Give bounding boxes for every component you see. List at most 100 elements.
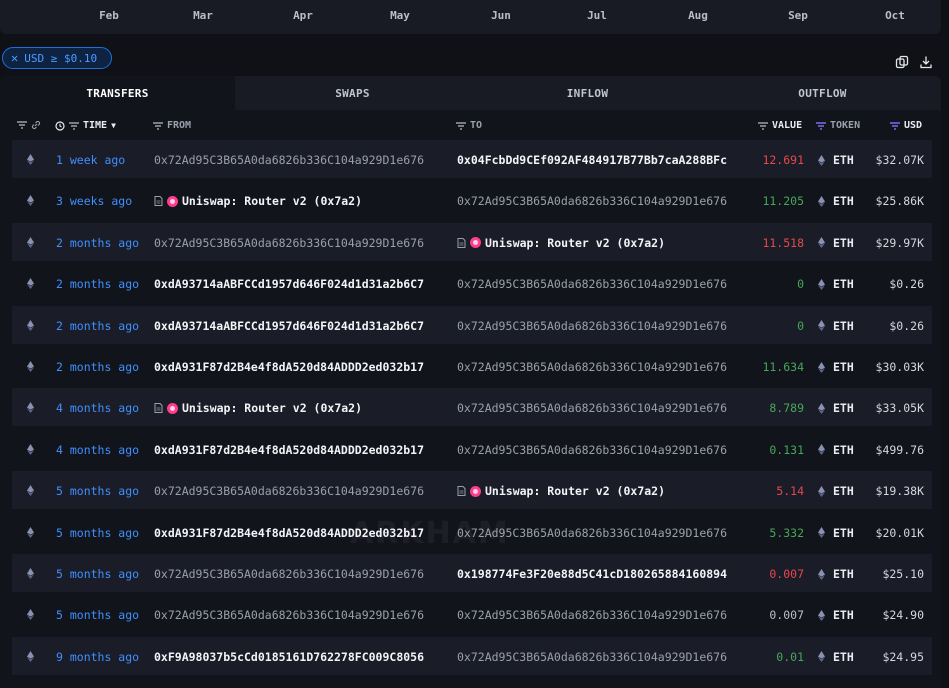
table-row[interactable]: 3 weeks ago Uniswap: Router v2 (0x7a2) 0x7… [12, 181, 932, 219]
time-link[interactable]: 4 months ago [56, 401, 139, 415]
filter-icon[interactable] [456, 121, 466, 131]
column-header-token[interactable]: TOKEN [830, 120, 860, 131]
to-address[interactable]: 0x72Ad95C3B65A0da6826b336C104a929D1e676 [457, 319, 747, 333]
time-link[interactable]: 4 months ago [56, 443, 139, 457]
time-link[interactable]: 1 week ago [56, 153, 125, 167]
table-row[interactable]: 2 months ago 0x72Ad95C3B65A0da6826b336C10… [12, 222, 932, 261]
to-address[interactable]: 0x72Ad95C3B65A0da6826b336C104a929D1e676 [457, 443, 747, 457]
to-address[interactable]: 0x72Ad95C3B65A0da6826b336C104a929D1e676 [457, 194, 747, 208]
table-row[interactable]: 5 months ago 0x72Ad95C3B65A0da6826b336C10… [12, 595, 932, 633]
table-row[interactable]: 4 months ago Uniswap: Router v2 (0x7a2) 0x… [12, 388, 932, 427]
table-row[interactable]: 2 months ago 0xdA93714aABFCCd1957d646F024… [12, 264, 932, 302]
token-cell[interactable]: ETH [818, 360, 854, 374]
filter-icon[interactable] [17, 120, 27, 130]
ethereum-icon [818, 237, 825, 249]
filter-icon[interactable] [890, 121, 900, 131]
time-link[interactable]: 2 months ago [56, 236, 139, 250]
column-header-to[interactable]: TO [470, 120, 482, 131]
transfer-value: 0.01 [776, 649, 804, 664]
time-link[interactable]: 2 months ago [56, 360, 139, 374]
table-row[interactable]: 5 months ago 0x72Ad95C3B65A0da6826b336C10… [12, 554, 932, 592]
column-header-time[interactable]: TIME [83, 120, 107, 131]
copy-icon[interactable] [895, 55, 909, 69]
from-address[interactable]: 0x72Ad95C3B65A0da6826b336C104a929D1e676 [154, 236, 446, 250]
token-cell[interactable]: ETH [818, 319, 854, 333]
filter-icon[interactable] [69, 121, 79, 131]
time-link[interactable]: 5 months ago [56, 567, 139, 581]
time-link[interactable]: 2 months ago [56, 277, 139, 291]
token-cell[interactable]: ETH [818, 194, 854, 208]
ethereum-icon [27, 154, 34, 165]
token-cell[interactable]: ETH [818, 650, 854, 664]
token-cell[interactable]: ETH [818, 277, 854, 291]
to-address-entity[interactable]: Uniswap: Router v2 (0x7a2) [457, 236, 747, 250]
token-cell[interactable]: ETH [818, 608, 854, 622]
column-header-usd[interactable]: USD [904, 120, 922, 131]
table-row[interactable]: 2 months ago 0xdA93714aABFCCd1957d646F024… [12, 305, 932, 344]
table-row[interactable]: 9 months ago 0xF9A98037b5cCd0185161D76227… [12, 636, 932, 675]
token-cell[interactable]: ETH [818, 443, 854, 457]
from-address[interactable]: 0xdA931F87d2B4e4f8dA520d84ADDD2ed032b17 [154, 526, 446, 540]
time-link[interactable]: 2 months ago [56, 319, 139, 333]
from-address[interactable]: 0xdA931F87d2B4e4f8dA520d84ADDD2ed032b17 [154, 443, 446, 457]
ethereum-icon [818, 485, 825, 497]
column-header-from[interactable]: FROM [167, 120, 191, 131]
token-cell[interactable]: ETH [818, 526, 854, 540]
link-icon[interactable] [31, 120, 41, 130]
from-address-entity[interactable]: Uniswap: Router v2 (0x7a2) [154, 401, 446, 415]
filter-icon[interactable] [758, 121, 768, 131]
tab-inflow[interactable]: INFLOW [470, 76, 705, 110]
from-address[interactable]: 0x72Ad95C3B65A0da6826b336C104a929D1e676 [154, 153, 446, 167]
time-link[interactable]: 5 months ago [56, 526, 139, 540]
tab-transfers[interactable]: TRANSFERS [0, 76, 235, 110]
from-address[interactable]: Uniswap: Router v2 (0x7a2) [182, 401, 362, 415]
tab-outflow[interactable]: OUTFLOW [705, 76, 940, 110]
token-cell[interactable]: ETH [818, 153, 854, 167]
table-row[interactable]: 5 months ago 0x72Ad95C3B65A0da6826b336C10… [12, 471, 932, 510]
to-address[interactable]: 0x72Ad95C3B65A0da6826b336C104a929D1e676 [457, 401, 747, 415]
tab-swaps[interactable]: SWAPS [235, 76, 470, 110]
from-address[interactable]: 0xdA93714aABFCCd1957d646F024d1d31a2b6C7 [154, 319, 446, 333]
token-cell[interactable]: ETH [818, 484, 854, 498]
usd-filter-chip[interactable]: ✕ USD ≥ $0.10 [2, 47, 112, 69]
to-address[interactable]: Uniswap: Router v2 (0x7a2) [485, 484, 665, 498]
clock-icon[interactable] [55, 120, 65, 131]
filter-icon[interactable] [816, 121, 826, 131]
sort-desc-icon[interactable]: ▼ [111, 121, 116, 130]
token-cell[interactable]: ETH [818, 236, 854, 250]
time-link[interactable]: 5 months ago [56, 484, 139, 498]
from-address[interactable]: Uniswap: Router v2 (0x7a2) [182, 194, 362, 208]
to-address[interactable]: 0x198774Fe3F20e88d5C41cD180265884160894 [457, 567, 747, 581]
month-label: Feb [99, 9, 119, 22]
time-link[interactable]: 9 months ago [56, 650, 139, 664]
from-address[interactable]: 0xF9A98037b5cCd0185161D762278FC009C8056 [154, 650, 446, 664]
from-address[interactable]: 0xdA931F87d2B4e4f8dA520d84ADDD2ed032b17 [154, 360, 446, 374]
filter-icon[interactable] [153, 121, 163, 131]
to-address-entity[interactable]: Uniswap: Router v2 (0x7a2) [457, 484, 747, 498]
from-address[interactable]: 0x72Ad95C3B65A0da6826b336C104a929D1e676 [154, 567, 446, 581]
table-row[interactable]: 1 week ago 0x72Ad95C3B65A0da6826b336C104a… [12, 140, 932, 178]
from-address[interactable]: 0xdA93714aABFCCd1957d646F024d1d31a2b6C7 [154, 277, 446, 291]
token-cell[interactable]: ETH [818, 401, 854, 415]
to-address[interactable]: 0x04FcbDd9CEf092AF484917B77Bb7caA288BFc [457, 153, 747, 167]
from-address-entity[interactable]: Uniswap: Router v2 (0x7a2) [154, 194, 446, 208]
table-row[interactable]: 2 months ago 0xdA931F87d2B4e4f8dA520d84AD… [12, 347, 932, 385]
to-address[interactable]: 0x72Ad95C3B65A0da6826b336C104a929D1e676 [457, 360, 747, 374]
table-row[interactable]: 4 months ago 0xdA931F87d2B4e4f8dA520d84AD… [12, 430, 932, 468]
table-row[interactable]: 5 months ago 0xdA931F87d2B4e4f8dA520d84AD… [12, 513, 932, 551]
to-address[interactable]: 0x72Ad95C3B65A0da6826b336C104a929D1e676 [457, 526, 747, 540]
download-icon[interactable] [919, 55, 933, 69]
close-icon[interactable]: ✕ [11, 51, 18, 65]
column-header-value[interactable]: VALUE [772, 120, 802, 131]
ethereum-icon [27, 319, 34, 331]
time-link[interactable]: 3 weeks ago [56, 194, 132, 208]
to-address[interactable]: 0x72Ad95C3B65A0da6826b336C104a929D1e676 [457, 650, 747, 664]
usd-value: $25.86K [875, 194, 924, 209]
to-address[interactable]: 0x72Ad95C3B65A0da6826b336C104a929D1e676 [457, 608, 747, 622]
from-address[interactable]: 0x72Ad95C3B65A0da6826b336C104a929D1e676 [154, 484, 446, 498]
to-address[interactable]: Uniswap: Router v2 (0x7a2) [485, 236, 665, 250]
to-address[interactable]: 0x72Ad95C3B65A0da6826b336C104a929D1e676 [457, 277, 747, 291]
token-cell[interactable]: ETH [818, 567, 854, 581]
time-link[interactable]: 5 months ago [56, 608, 139, 622]
from-address[interactable]: 0x72Ad95C3B65A0da6826b336C104a929D1e676 [154, 608, 446, 622]
